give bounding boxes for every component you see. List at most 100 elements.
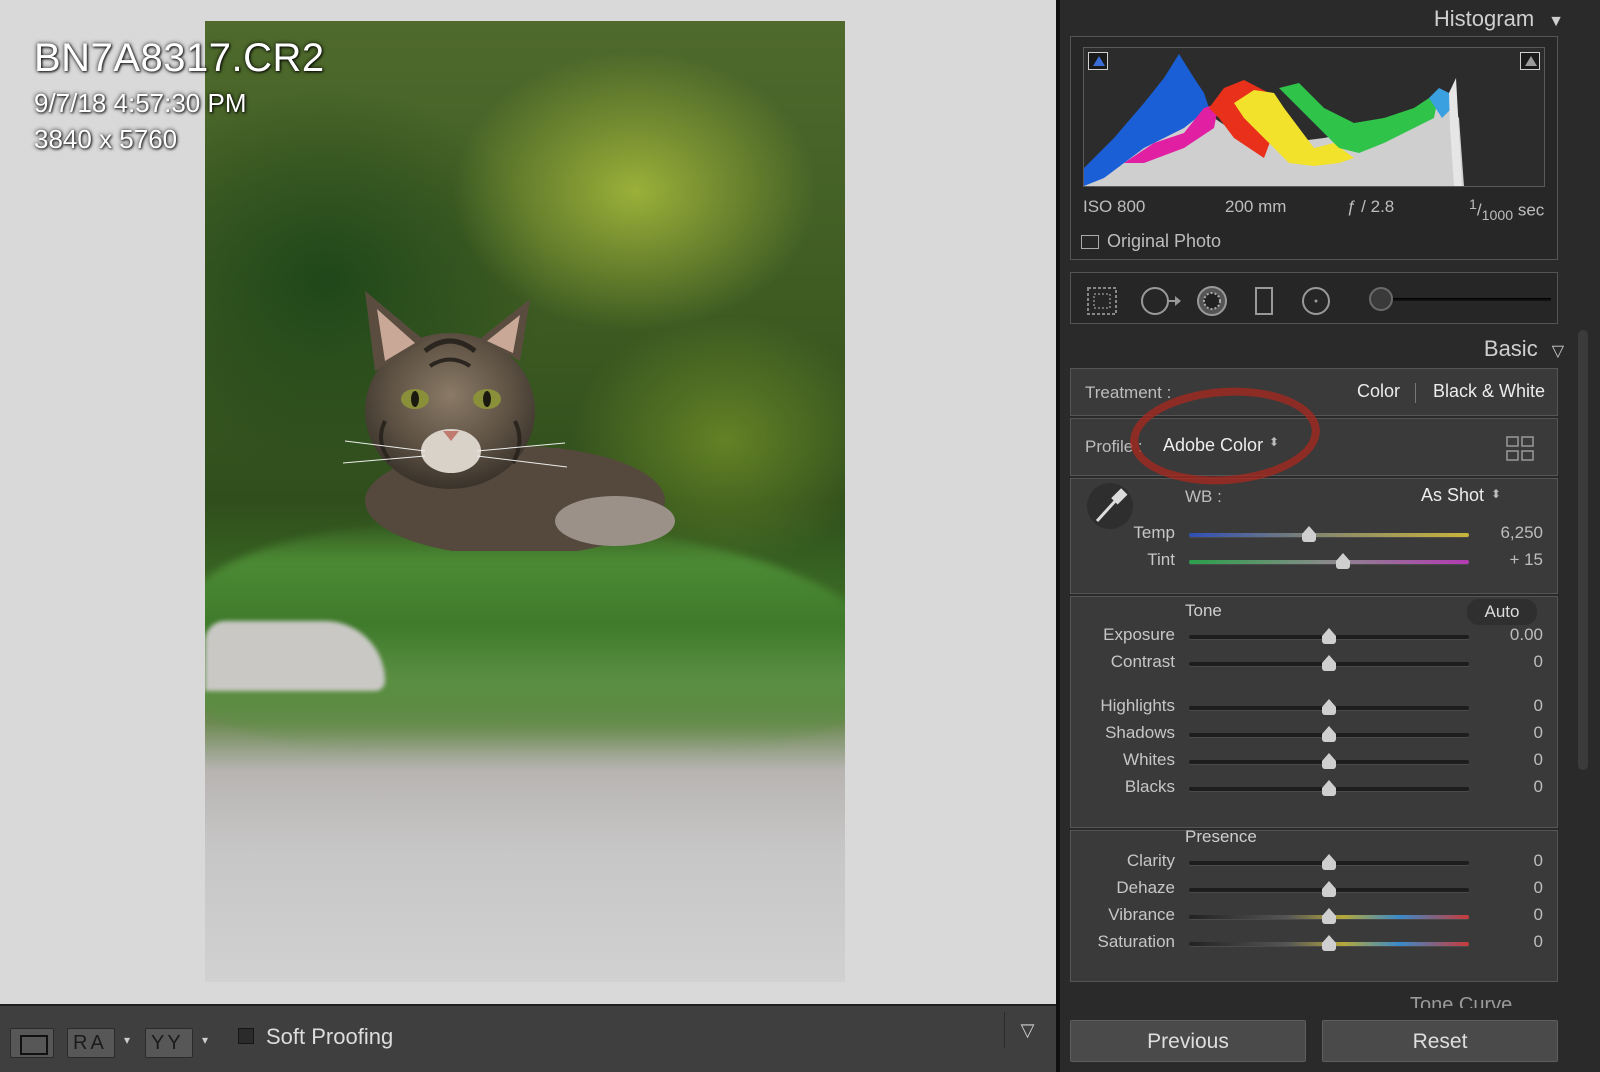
before-after-top-bottom-button[interactable]: YY: [145, 1028, 193, 1058]
tone-curve-header[interactable]: Tone Curve: [1070, 992, 1558, 1008]
slider-row-shadows: Shadows 0: [1071, 723, 1559, 747]
exif-focal-length: 200 mm: [1225, 197, 1287, 216]
slider-row-tint: Tint + 15: [1071, 550, 1559, 574]
treatment-bw-option[interactable]: Black & White: [1433, 381, 1545, 402]
slider-handle-vibrance[interactable]: [1322, 908, 1336, 924]
slider-handle-saturation[interactable]: [1322, 935, 1336, 951]
before-after-dropdown-icon[interactable]: ▾: [124, 1033, 130, 1047]
slider-label-contrast: Contrast: [1110, 652, 1175, 671]
before-after-yy-dropdown-icon[interactable]: ▾: [202, 1033, 208, 1047]
slider-value-contrast[interactable]: 0: [1463, 652, 1543, 672]
slider-handle-shadows[interactable]: [1322, 726, 1336, 742]
adjustment-brush-track: [1381, 298, 1551, 301]
spot-removal-icon[interactable]: [1139, 285, 1183, 317]
histogram-plot: [1084, 54, 1464, 186]
photo-preview[interactable]: [205, 21, 845, 982]
slider-row-highlights: Highlights 0: [1071, 696, 1559, 720]
slider-label-dehaze: Dehaze: [1116, 878, 1175, 897]
profile-browser-grid-icon[interactable]: [1505, 435, 1535, 463]
soft-proofing-label[interactable]: Soft Proofing: [266, 1024, 393, 1050]
collapse-triangle-icon[interactable]: ▼: [1548, 13, 1564, 31]
red-eye-icon[interactable]: [1195, 285, 1229, 317]
slider-handle-exposure[interactable]: [1322, 628, 1336, 644]
slider-track-tint[interactable]: [1189, 560, 1469, 564]
collapse-triangle-icon[interactable]: ▽: [1552, 341, 1564, 361]
adjustment-brush-icon[interactable]: [1369, 287, 1393, 311]
photo-datetime: 9/7/18 4:57:30 PM: [34, 88, 247, 118]
previous-button[interactable]: Previous: [1070, 1020, 1306, 1062]
slider-value-saturation[interactable]: 0: [1463, 932, 1543, 952]
slider-handle-tint[interactable]: [1336, 553, 1350, 569]
graduated-filter-icon[interactable]: [1247, 285, 1281, 317]
lightroom-develop-window: BN7A8317.CR2 9/7/18 4:57:30 PM 3840 x 57…: [0, 0, 1600, 1072]
before-after-left-right-button[interactable]: RA: [67, 1028, 115, 1058]
auto-tone-button[interactable]: Auto: [1467, 599, 1537, 625]
histogram-header[interactable]: Histogram ▼: [1434, 6, 1564, 32]
before-after-glyph: RA: [73, 1032, 107, 1054]
slider-label-tint: Tint: [1147, 550, 1175, 569]
tool-strip: [1070, 272, 1558, 324]
loupe-view-button[interactable]: [10, 1028, 54, 1058]
slider-handle-highlights[interactable]: [1322, 699, 1336, 715]
slider-value-vibrance[interactable]: 0: [1463, 905, 1543, 925]
slider-label-temp: Temp: [1133, 523, 1175, 542]
treatment-color-option[interactable]: Color: [1357, 381, 1400, 402]
wb-updown-icon[interactable]: ⬍: [1491, 487, 1501, 501]
radial-filter-icon[interactable]: [1299, 285, 1333, 317]
slider-row-saturation: Saturation 0: [1071, 932, 1559, 956]
slider-value-shadows[interactable]: 0: [1463, 723, 1543, 743]
slider-value-whites[interactable]: 0: [1463, 750, 1543, 770]
slider-row-blacks: Blacks 0: [1071, 777, 1559, 801]
right-panel: Histogram ▼ ISO 800 200 mm ƒ / 2.8 1/100…: [1056, 0, 1600, 1072]
before-after-glyph-yy: YY: [151, 1032, 184, 1054]
slider-label-highlights: Highlights: [1100, 696, 1175, 715]
auto-wrap: Auto: [1071, 599, 1559, 625]
slider-value-clarity[interactable]: 0: [1463, 851, 1543, 871]
basic-title: Basic: [1483, 336, 1538, 361]
stone-edge: [205, 621, 385, 691]
histogram-title: Histogram: [1433, 6, 1535, 31]
presence-label: Presence: [1185, 827, 1257, 846]
slider-label-clarity: Clarity: [1126, 851, 1175, 870]
original-photo-toggle[interactable]: Original Photo: [1081, 231, 1221, 252]
slider-value-highlights[interactable]: 0: [1463, 696, 1543, 716]
slider-row-contrast: Contrast 0: [1071, 652, 1559, 676]
tone-curve-title: Tone Curve: [1410, 994, 1513, 1008]
tone-section: Tone Auto Exposure 0.00 Contrast 0 Highlight…: [1070, 596, 1558, 828]
slider-handle-blacks[interactable]: [1322, 780, 1336, 796]
slider-handle-whites[interactable]: [1322, 753, 1336, 769]
treatment-divider: [1415, 383, 1416, 403]
slider-value-tint[interactable]: + 15: [1463, 550, 1543, 570]
slider-track-temp[interactable]: [1189, 533, 1469, 537]
slider-label-whites: Whites: [1123, 750, 1175, 769]
white-balance-section: WB : As Shot ⬍ Temp 6,250 Tint + 15: [1070, 478, 1558, 594]
original-photo-label: Original Photo: [1107, 231, 1222, 251]
slider-value-blacks[interactable]: 0: [1463, 777, 1543, 797]
slider-handle-temp[interactable]: [1302, 526, 1317, 542]
panel-scrollbar[interactable]: [1578, 330, 1588, 770]
reset-button[interactable]: Reset: [1322, 1020, 1558, 1062]
wb-dropdown[interactable]: As Shot: [1421, 485, 1484, 506]
shutter-unit: sec: [1517, 200, 1545, 220]
slider-handle-dehaze[interactable]: [1322, 881, 1336, 897]
original-photo-checkbox[interactable]: [1081, 235, 1099, 250]
slider-row-vibrance: Vibrance 0: [1071, 905, 1559, 929]
slider-handle-contrast[interactable]: [1322, 655, 1336, 671]
exif-shutter: 1/1000 sec: [1469, 197, 1545, 225]
loupe-view[interactable]: BN7A8317.CR2 9/7/18 4:57:30 PM 3840 x 57…: [0, 0, 1056, 1004]
histogram-graph[interactable]: [1083, 47, 1545, 187]
toolbar-menu-icon[interactable]: ▽: [1004, 1012, 1050, 1048]
shutter-numerator: 1: [1469, 197, 1477, 213]
slider-value-exposure[interactable]: 0.00: [1463, 625, 1543, 645]
slider-label-vibrance: Vibrance: [1108, 905, 1175, 924]
basic-header[interactable]: Basic ▽: [1484, 336, 1564, 362]
slider-handle-clarity[interactable]: [1322, 854, 1336, 870]
slider-value-dehaze[interactable]: 0: [1463, 878, 1543, 898]
photo-dimensions: 3840 x 5760: [34, 124, 178, 154]
slider-row-clarity: Clarity 0: [1071, 851, 1559, 875]
soft-proofing-checkbox[interactable]: [238, 1028, 254, 1044]
slider-value-temp[interactable]: 6,250: [1463, 523, 1543, 543]
exif-iso: ISO 800: [1083, 197, 1146, 216]
crop-overlay-icon[interactable]: [1085, 285, 1119, 317]
bottom-toolbar: RA ▾ YY ▾: [0, 1004, 1056, 1072]
